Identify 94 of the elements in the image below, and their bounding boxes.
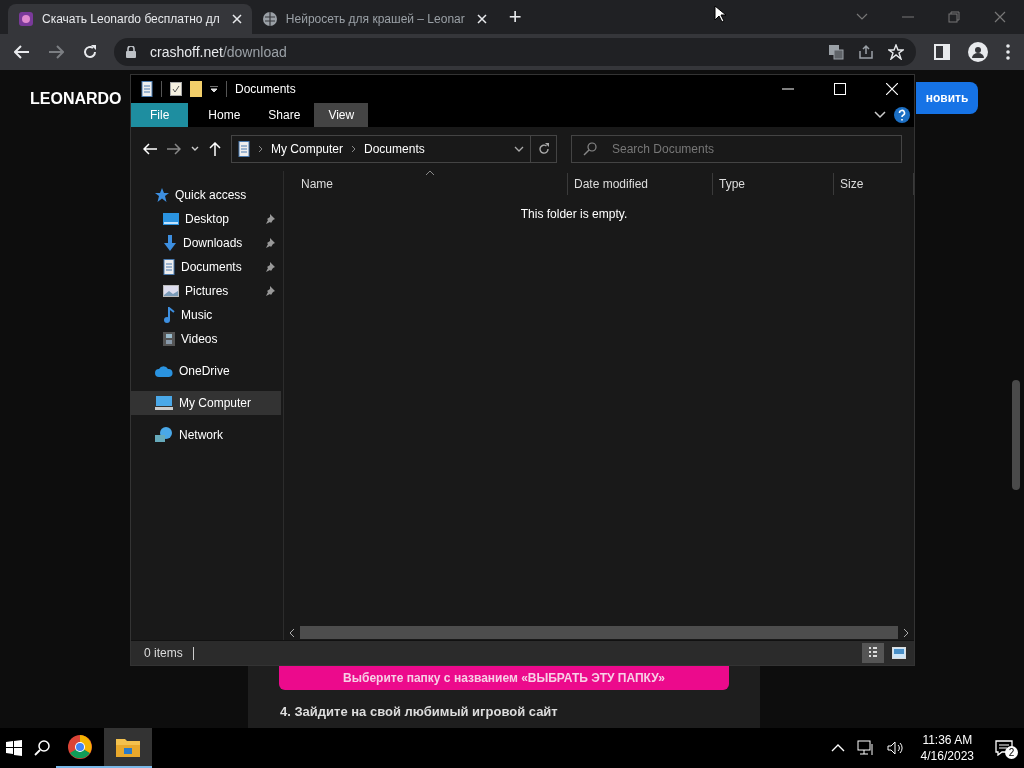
install-button[interactable]: новить — [916, 82, 978, 114]
document-icon — [163, 259, 175, 275]
ribbon-tab[interactable]: Share — [254, 103, 315, 127]
search-field[interactable]: Search Documents — [571, 135, 902, 163]
ribbon-tab[interactable]: View — [314, 103, 369, 127]
sidebar-item[interactable]: Pictures — [131, 279, 283, 303]
column-header[interactable]: Date modified — [568, 173, 713, 195]
volume-icon[interactable] — [886, 741, 905, 755]
windows-start-icon[interactable] — [6, 740, 22, 756]
column-header[interactable]: Name — [284, 173, 568, 195]
scrollbar[interactable] — [1012, 380, 1020, 490]
chevron-down-icon[interactable] — [191, 146, 199, 152]
reload-icon[interactable] — [82, 44, 98, 60]
view-button[interactable] — [862, 643, 884, 663]
new-tab-button[interactable]: + — [508, 2, 522, 32]
browser-icon — [68, 735, 92, 759]
dropdown-icon[interactable] — [210, 86, 218, 92]
sidebar-item[interactable]: Documents — [131, 255, 283, 279]
sidebar-item[interactable]: Videos — [131, 327, 283, 351]
properties-icon[interactable] — [170, 82, 182, 96]
cloud-icon — [155, 365, 173, 377]
desktop-icon — [163, 213, 179, 225]
network-icon — [155, 427, 173, 443]
window-title: Documents — [235, 82, 296, 96]
chevron-up-icon[interactable] — [830, 744, 845, 752]
lock-icon — [126, 46, 136, 58]
pictures-icon — [163, 285, 179, 297]
restore-icon[interactable] — [948, 11, 960, 23]
column-header[interactable]: Size — [834, 173, 914, 195]
clock-time[interactable]: 11:36 AM — [922, 732, 973, 748]
site-logo[interactable]: LEONARDO — [30, 90, 122, 108]
refresh-button[interactable] — [531, 135, 557, 163]
share-icon[interactable] — [858, 44, 874, 60]
address-field[interactable]: My Computer Documents — [231, 135, 531, 163]
tab-title: Скачать Leonardo бесплатно дл — [42, 12, 220, 26]
column-header[interactable]: Type — [713, 173, 834, 195]
document-icon[interactable] — [141, 81, 153, 97]
mouse-cursor-icon — [714, 5, 726, 23]
tab-title: Нейросеть для крашей – Leonar — [285, 12, 465, 26]
back-icon[interactable] — [14, 45, 30, 59]
sidebar-item[interactable]: My Computer — [131, 391, 281, 415]
sidebar-item[interactable]: Desktop — [131, 207, 283, 231]
profile-icon[interactable] — [968, 42, 988, 62]
sidebar-item[interactable]: Downloads — [131, 231, 283, 255]
star-icon[interactable] — [888, 44, 904, 60]
music-note-icon — [163, 307, 175, 323]
chevron-down-icon[interactable] — [874, 111, 886, 119]
browser-tab[interactable]: Нейросеть для крашей – Leonar — [251, 4, 497, 34]
search-icon[interactable] — [34, 740, 50, 756]
details-view-icon — [868, 646, 878, 660]
notification-count: 2 — [1005, 746, 1018, 759]
download-icon — [163, 235, 177, 251]
chevron-right-icon — [258, 145, 263, 153]
breadcrumb[interactable]: Documents — [364, 142, 425, 156]
translate-icon[interactable] — [828, 44, 844, 60]
sidebar-item[interactable]: Network — [131, 423, 283, 447]
menu-icon[interactable] — [1006, 44, 1010, 60]
step-heading: 4. Зайдите на свой любимый игровой сайт — [280, 704, 558, 719]
taskbar-app[interactable] — [104, 728, 152, 768]
sidebar-item[interactable]: Music — [131, 303, 283, 327]
sidebar-item[interactable]: OneDrive — [131, 359, 283, 383]
globe-icon — [261, 11, 278, 27]
computer-icon — [155, 396, 173, 410]
star-icon — [155, 188, 169, 202]
site-logo-icon — [18, 11, 34, 27]
forward-icon[interactable] — [48, 45, 64, 59]
refresh-icon — [537, 143, 550, 155]
network-icon[interactable] — [856, 740, 875, 756]
sidebar-item[interactable]: Quick access — [131, 183, 283, 207]
help-icon[interactable] — [894, 107, 910, 123]
document-icon — [238, 141, 250, 157]
ribbon-tab[interactable]: Home — [194, 103, 255, 127]
item-count: 0 items — [144, 646, 183, 660]
clock-date[interactable]: 4/16/2023 — [920, 748, 974, 764]
scroll-right-icon — [903, 628, 909, 637]
notification-icon[interactable] — [995, 740, 1013, 756]
empty-folder-message: This folder is empty. — [519, 207, 629, 221]
chevron-right-icon — [351, 145, 357, 153]
up-arrow-icon[interactable] — [209, 142, 221, 156]
url-text: crashoff.net/download — [150, 44, 287, 60]
ribbon-tab[interactable]: File — [131, 103, 189, 127]
forward-icon[interactable] — [167, 143, 181, 155]
side-panel-icon[interactable] — [934, 44, 950, 60]
chevron-down-icon[interactable] — [514, 146, 524, 152]
search-icon — [583, 142, 597, 156]
address-bar[interactable]: crashoff.net/download — [114, 38, 916, 66]
large-icons-view-icon — [892, 647, 906, 659]
sort-up-icon — [425, 170, 434, 175]
maximize-icon[interactable] — [834, 83, 846, 95]
film-icon — [163, 332, 175, 346]
breadcrumb[interactable]: My Computer — [271, 142, 344, 156]
folder-icon — [116, 737, 140, 757]
scroll-left-icon — [289, 628, 295, 637]
browser-tab[interactable]: Скачать Leonardo бесплатно дл — [8, 4, 252, 34]
